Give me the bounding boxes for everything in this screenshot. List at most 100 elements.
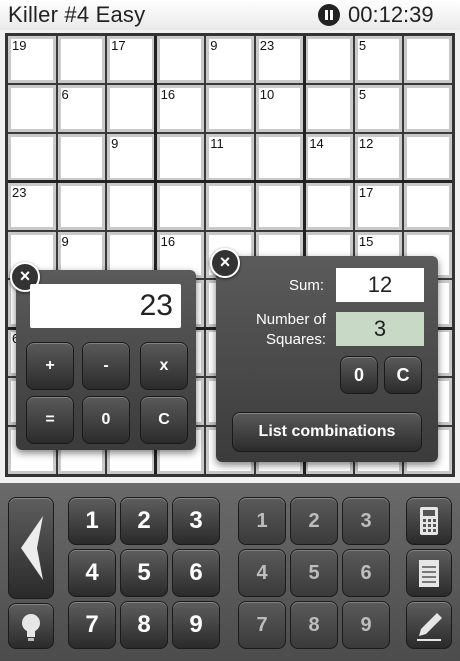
cage-sum-label: 12 — [358, 135, 374, 151]
pencil-key-5[interactable]: 5 — [290, 549, 338, 597]
grid-cell[interactable]: 5 — [354, 84, 403, 132]
grid-cell[interactable] — [404, 182, 452, 230]
puzzle-title: Killer #4 Easy — [8, 2, 146, 27]
calculator-button[interactable] — [406, 497, 452, 545]
grid-cell[interactable]: 16 — [156, 84, 205, 132]
number-key-4[interactable]: 4 — [68, 549, 116, 597]
number-key-8[interactable]: 8 — [120, 601, 168, 649]
cage-sum-label: 11 — [210, 135, 224, 151]
grid-cell[interactable] — [8, 84, 56, 132]
calc-clear-button[interactable]: C — [140, 396, 188, 444]
number-key-6[interactable]: 6 — [172, 549, 220, 597]
cage-sum-label: 19 — [12, 38, 27, 53]
cage-sum-label: 16 — [160, 86, 176, 102]
grid-cell[interactable] — [206, 84, 254, 132]
grid-cell[interactable]: 9 — [206, 36, 254, 83]
grid-cell[interactable] — [57, 182, 106, 230]
cage-sum-label: 15 — [358, 233, 374, 249]
squares-label: Number of — [255, 311, 326, 328]
grid-cell[interactable] — [8, 133, 56, 181]
grid-cell[interactable]: 12 — [354, 133, 403, 181]
grid-cell[interactable] — [255, 182, 304, 230]
number-key-1[interactable]: 1 — [68, 497, 116, 545]
hint-button[interactable] — [8, 603, 54, 649]
calculator-popup: × 23 + - x = 0 C — [10, 262, 196, 450]
pencil-key-4[interactable]: 4 — [238, 549, 286, 597]
calc-zero-button[interactable]: 0 — [82, 396, 130, 444]
pencil-key-8[interactable]: 8 — [290, 601, 338, 649]
pause-icon[interactable] — [318, 4, 340, 26]
grid-cell[interactable] — [156, 133, 205, 181]
combo-clear-button[interactable]: C — [384, 356, 422, 394]
cage-sum-label: 23 — [12, 184, 27, 200]
number-key-7[interactable]: 7 — [68, 601, 116, 649]
number-key-3[interactable]: 3 — [172, 497, 220, 545]
cage-sum-label: 6 — [61, 86, 69, 102]
sum-label: Sum: — [288, 277, 324, 294]
calc-plus-button[interactable]: + — [26, 342, 74, 390]
pencil-key-1[interactable]: 1 — [238, 497, 286, 545]
grid-cell[interactable] — [107, 182, 155, 230]
grid-cell[interactable] — [404, 84, 452, 132]
grid-cell[interactable] — [156, 36, 205, 83]
grid-cell[interactable] — [57, 36, 106, 83]
number-key-9[interactable]: 9 — [172, 601, 220, 649]
grid-cell[interactable] — [255, 133, 304, 181]
calculator-display: 23 — [30, 284, 181, 328]
notes-button[interactable] — [406, 549, 452, 597]
pencil-icon — [417, 613, 442, 641]
calc-equals-button[interactable]: = — [26, 396, 74, 444]
grid-cell[interactable] — [107, 84, 155, 132]
grid-cell[interactable]: 10 — [255, 84, 304, 132]
grid-cell[interactable]: 23 — [8, 182, 56, 230]
keypad: 1 2 3 4 5 6 7 8 9 1 2 3 4 5 6 7 8 9 — [0, 483, 460, 661]
pencil-key-6[interactable]: 6 — [342, 549, 390, 597]
combo-zero-button[interactable]: 0 — [340, 356, 378, 394]
cage-sum-label: 17 — [358, 184, 374, 200]
calculator-icon — [420, 507, 438, 535]
grid-cell[interactable]: 23 — [255, 36, 304, 83]
calc-multiply-button[interactable]: x — [140, 342, 188, 390]
list-combinations-button[interactable]: List combinations — [232, 412, 422, 452]
grid-cell[interactable] — [305, 84, 353, 132]
grid-cell[interactable]: 5 — [354, 36, 403, 83]
pencil-key-9[interactable]: 9 — [342, 601, 390, 649]
grid-cell[interactable]: 11 — [206, 133, 254, 181]
pencil-key-2[interactable]: 2 — [290, 497, 338, 545]
grid-cell[interactable] — [404, 133, 452, 181]
close-icon[interactable]: × — [210, 248, 240, 278]
grid-cell[interactable]: 9 — [107, 133, 155, 181]
grid-cell[interactable]: 19 — [8, 36, 56, 83]
cage-sum-label: 23 — [259, 38, 275, 53]
grid-cell[interactable] — [305, 36, 353, 83]
grid-cell[interactable] — [305, 182, 353, 230]
cage-sum-label: 9 — [210, 38, 218, 53]
grid-cell[interactable] — [57, 133, 106, 181]
calc-minus-button[interactable]: - — [82, 342, 130, 390]
cage-sum-label: 10 — [259, 86, 275, 102]
grid-cell[interactable]: 17 — [354, 182, 403, 230]
back-arrow-icon — [21, 516, 43, 580]
cage-sum-label: 9 — [61, 233, 69, 249]
grid-cell[interactable] — [404, 36, 452, 83]
notepad-icon — [419, 560, 439, 587]
cage-sum-label: 17 — [111, 38, 126, 53]
grid-cell[interactable]: 14 — [305, 133, 353, 181]
grid-cell[interactable] — [156, 182, 205, 230]
back-button[interactable] — [8, 497, 54, 599]
header-bar: Killer #4 Easy 00:12:39 — [0, 0, 460, 30]
cage-sum-label: 5 — [358, 86, 367, 102]
cage-sum-label: 9 — [111, 135, 119, 151]
number-key-2[interactable]: 2 — [120, 497, 168, 545]
number-key-5[interactable]: 5 — [120, 549, 168, 597]
squares-field[interactable]: 3 — [336, 312, 424, 346]
grid-cell[interactable] — [206, 182, 254, 230]
lightbulb-icon — [22, 614, 40, 641]
grid-cell[interactable]: 17 — [107, 36, 155, 83]
sum-field[interactable]: 12 — [336, 268, 424, 302]
pencil-key-3[interactable]: 3 — [342, 497, 390, 545]
cage-sum-label: 5 — [358, 38, 367, 53]
pencil-mode-button[interactable] — [406, 601, 452, 649]
pencil-key-7[interactable]: 7 — [238, 601, 286, 649]
grid-cell[interactable]: 6 — [57, 84, 106, 132]
